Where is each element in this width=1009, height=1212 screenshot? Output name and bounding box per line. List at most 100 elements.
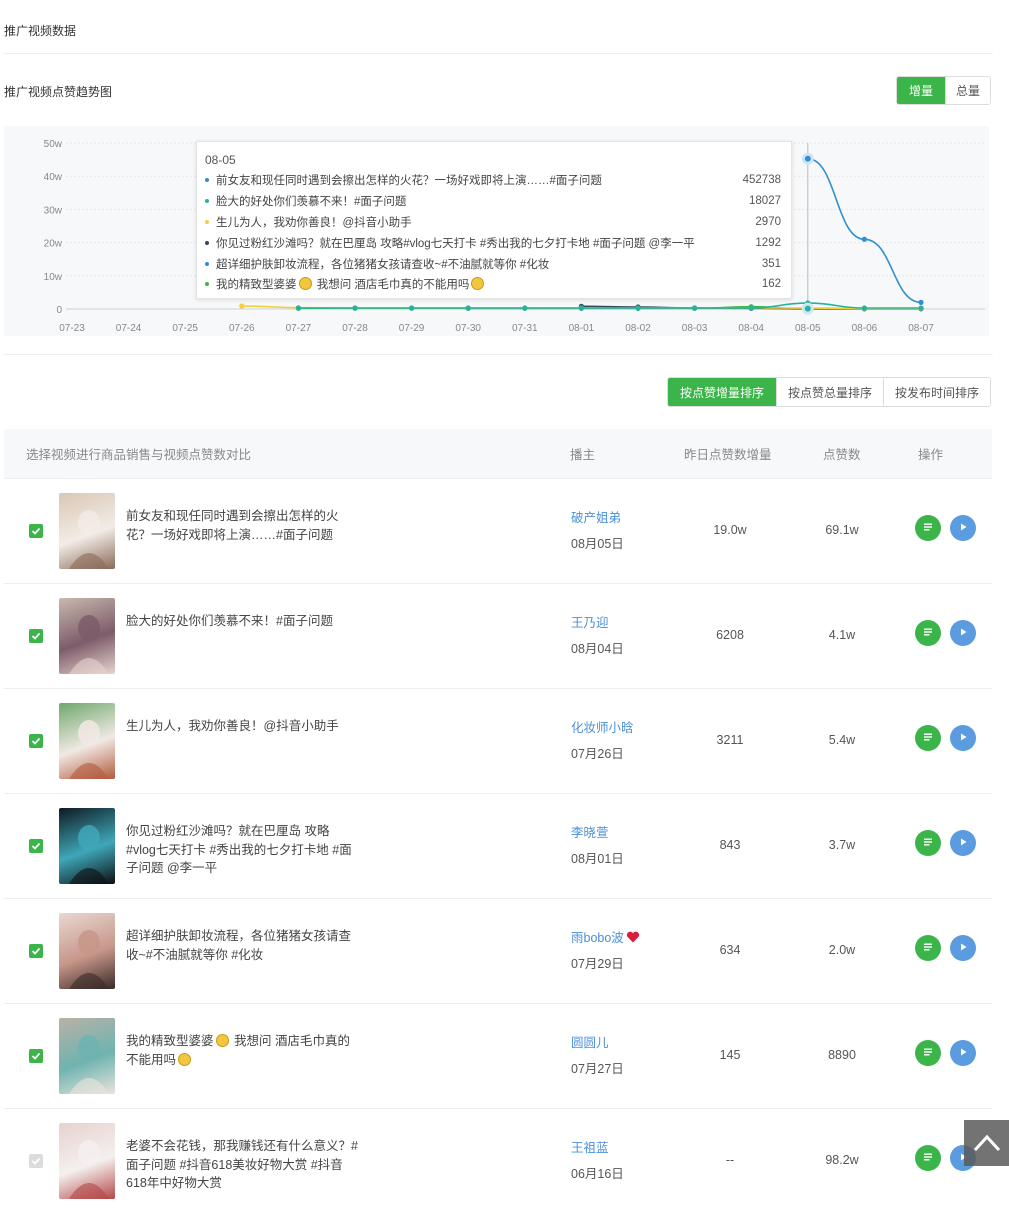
anchor-name-line: 破产姐弟	[571, 507, 624, 533]
table-row: 脸大的好处你们羡慕不来！#面子问题 王乃迎 08月04日 6208 4.1w	[4, 584, 992, 689]
tooltip-value: 18027	[749, 195, 781, 208]
x-tick-label: 08-05	[795, 323, 821, 334]
detail-button[interactable]	[915, 935, 941, 961]
video-title[interactable]: 前女友和现任同时遇到会擦出怎样的火花？一场好戏即将上演……#面子问题	[126, 507, 358, 544]
play-icon	[957, 941, 969, 956]
series-point	[918, 305, 924, 311]
video-title-text: 你见过粉红沙滩吗？就在巴厘岛 攻略#vlog七天打卡 #秀出我的七夕打卡地 #面…	[126, 824, 352, 875]
heart-icon	[626, 931, 639, 943]
detail-button[interactable]	[915, 725, 941, 751]
tooltip-dot-icon	[205, 282, 209, 287]
anchor-name-link[interactable]: 李晓萱	[571, 826, 609, 840]
play-button[interactable]	[950, 1040, 976, 1066]
series-point	[465, 305, 471, 311]
play-icon	[957, 1046, 969, 1061]
anchor-name-line: 王乃迎	[571, 612, 624, 638]
list-icon	[922, 1046, 934, 1061]
detail-button[interactable]	[915, 620, 941, 646]
video-title[interactable]: 我的精致型婆婆 我想问 酒店毛巾真的不能用吗	[126, 1032, 358, 1069]
like-count: 5.4w	[828, 733, 856, 747]
list-icon	[922, 521, 934, 536]
tooltip-label-part: 我想问 酒店毛巾真的不能用吗	[316, 279, 470, 292]
video-title-text: 脸大的好处你们羡慕不来！#面子问题	[126, 614, 333, 628]
y-tick-label: 40w	[44, 172, 63, 183]
anchor-cell: 李晓萱 08月01日	[571, 822, 624, 867]
sort-by-total-button[interactable]: 按点赞总量排序	[776, 378, 883, 406]
series-line	[807, 157, 922, 304]
anchor-name-link[interactable]: 圆圆儿	[571, 1036, 609, 1050]
series-point	[861, 236, 868, 242]
play-button[interactable]	[950, 515, 976, 541]
x-tick-label: 07-31	[512, 323, 538, 334]
play-button[interactable]	[950, 935, 976, 961]
video-title[interactable]: 老婆不会花钱，那我赚钱还有什么意义？#面子问题 #抖音618美妆好物大赏 #抖音…	[126, 1137, 358, 1193]
highlight-point	[801, 302, 814, 315]
anchor-name-line: 王祖蓝	[571, 1137, 624, 1163]
anchor-name-link[interactable]: 化妆师小晗	[571, 721, 634, 735]
video-thumbnail[interactable]	[59, 913, 115, 989]
series-point	[409, 305, 415, 311]
play-button[interactable]	[950, 620, 976, 646]
detail-button[interactable]	[915, 1040, 941, 1066]
video-thumbnail[interactable]	[59, 598, 115, 674]
row-checkbox[interactable]	[29, 524, 43, 538]
detail-button[interactable]	[915, 1145, 941, 1171]
row-checkbox[interactable]	[29, 734, 43, 748]
anchor-name-link[interactable]: 王祖蓝	[571, 1141, 609, 1155]
video-thumbnail[interactable]	[59, 493, 115, 569]
chart-tooltip: 08-05 前女友和现任同时遇到会擦出怎样的火花？一场好戏即将上演……#面子问题…	[196, 141, 792, 299]
row-checkbox[interactable]	[29, 944, 43, 958]
play-icon	[957, 626, 969, 641]
anchor-cell: 雨bobo波 07月29日	[571, 927, 640, 972]
sort-by-increase-button[interactable]: 按点赞增量排序	[668, 378, 776, 406]
tooltip-value: 162	[761, 278, 781, 291]
tooltip-label-part: 我的精致型婆婆	[216, 279, 297, 292]
video-thumbnail[interactable]	[59, 1123, 115, 1199]
play-button[interactable]	[950, 725, 976, 751]
video-title[interactable]: 生儿为人，我劝你善良！@抖音小助手	[126, 717, 358, 736]
like-count: 8890	[828, 1048, 856, 1062]
anchor-name-link[interactable]: 破产姐弟	[571, 511, 621, 525]
video-title[interactable]: 超详细护肤卸妆流程，各位猪猪女孩请查收~#不油腻就等你 #化妆	[126, 927, 358, 964]
row-checkbox[interactable]	[29, 839, 43, 853]
row-checkbox[interactable]	[29, 1154, 43, 1168]
anchor-name-link[interactable]: 雨bobo波	[571, 931, 624, 945]
list-icon	[922, 731, 934, 746]
sort-by-date-button[interactable]: 按发布时间排序	[883, 378, 990, 406]
play-icon	[957, 731, 969, 746]
video-title-part: 我的精致型婆婆	[126, 1034, 214, 1048]
anchor-name-link[interactable]: 王乃迎	[571, 616, 609, 630]
video-title[interactable]: 你见过粉红沙滩吗？就在巴厘岛 攻略#vlog七天打卡 #秀出我的七夕打卡地 #面…	[126, 822, 358, 878]
tooltip-label: 前女友和现任同时遇到会擦出怎样的火花？一场好戏即将上演……#面子问题	[216, 175, 602, 188]
x-tick-label: 08-02	[625, 323, 651, 334]
video-thumbnail[interactable]	[59, 703, 115, 779]
video-title[interactable]: 脸大的好处你们羡慕不来！#面子问题	[126, 612, 358, 631]
tooltip-label: 生儿为人，我劝你善良！@抖音小助手	[216, 216, 412, 229]
video-thumbnail[interactable]	[59, 808, 115, 884]
tooltip-row: 前女友和现任同时遇到会擦出怎样的火花？一场好戏即将上演……#面子问题 45273…	[205, 170, 781, 191]
play-icon	[957, 521, 969, 536]
tooltip-row: 你见过粉红沙滩吗？就在巴厘岛 攻略#vlog七天打卡 #秀出我的七夕打卡地 #面…	[205, 232, 781, 253]
detail-button[interactable]	[915, 515, 941, 541]
y-tick-label: 0	[56, 305, 62, 316]
yesterday-increase: 145	[719, 1048, 741, 1062]
anchor-cell: 破产姐弟 08月05日	[571, 507, 624, 552]
anchor-name-line: 化妆师小晗	[571, 717, 634, 743]
detail-button[interactable]	[915, 830, 941, 856]
x-tick-label: 07-26	[229, 323, 255, 334]
play-button[interactable]	[950, 830, 976, 856]
emoji-icon	[298, 277, 312, 291]
play-icon	[957, 836, 969, 851]
back-to-top-button[interactable]	[964, 1120, 1009, 1166]
like-count: 98.2w	[825, 1153, 859, 1167]
x-tick-label: 07-27	[286, 323, 312, 334]
emoji-icon	[215, 1034, 229, 1047]
video-thumbnail[interactable]	[59, 1018, 115, 1094]
row-checkbox[interactable]	[29, 629, 43, 643]
tooltip-value: 351	[761, 257, 781, 270]
tooltip-row: 超详细护肤卸妆流程，各位猪猪女孩请查收~#不油腻就等你 #化妆 351	[205, 253, 781, 274]
video-table: 选择视频进行商品销售与视频点赞数对比 播主 昨日点赞数增量 点赞数 操作 前女友…	[4, 429, 992, 1212]
table-row: 前女友和现任同时遇到会擦出怎样的火花？一场好戏即将上演……#面子问题 破产姐弟 08…	[4, 479, 992, 584]
row-checkbox[interactable]	[29, 1049, 43, 1063]
series-point	[635, 305, 641, 311]
